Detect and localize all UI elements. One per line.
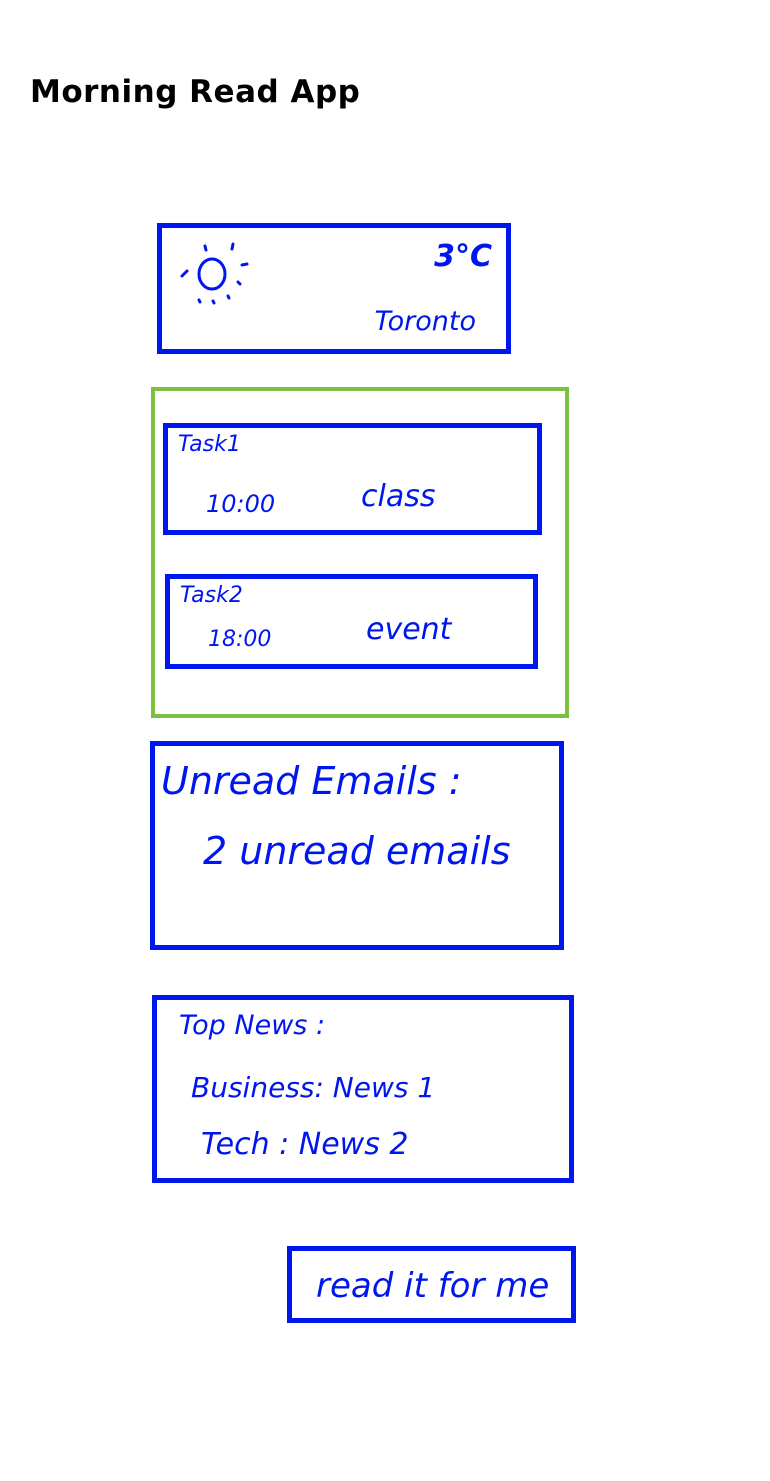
task-title: Task1 (178, 432, 241, 457)
sun-icon (180, 242, 249, 305)
task-time: 18:00 (208, 627, 272, 652)
task-card[interactable]: Task1 10:00 class (163, 423, 542, 535)
task-time: 10:00 (206, 490, 276, 518)
top-news-card: Top News : Business: News 1 Tech : News … (152, 995, 574, 1183)
unread-emails-card[interactable]: Unread Emails : 2 unread emails (150, 741, 564, 950)
news-title: Top News : (179, 1010, 326, 1041)
news-item-business[interactable]: Business: News 1 (191, 1074, 435, 1102)
emails-title: Unread Emails : (161, 759, 462, 803)
news-item-tech[interactable]: Tech : News 2 (201, 1130, 408, 1160)
task-name: class (361, 479, 436, 514)
app-title: Morning Read App (30, 74, 361, 110)
weather-card: 3°C Toronto (157, 223, 511, 354)
task-title: Task2 (180, 583, 243, 608)
task-card[interactable]: Task2 18:00 event (165, 574, 538, 669)
task-name: event (366, 612, 452, 647)
emails-count: 2 unread emails (203, 829, 511, 873)
read-button-label: read it for me (316, 1266, 550, 1306)
read-it-for-me-button[interactable]: read it for me (287, 1246, 576, 1323)
city-name: Toronto (374, 306, 476, 337)
temperature-value: 3°C (434, 239, 492, 274)
tasks-group: Task1 10:00 class Task2 18:00 event (151, 387, 569, 718)
